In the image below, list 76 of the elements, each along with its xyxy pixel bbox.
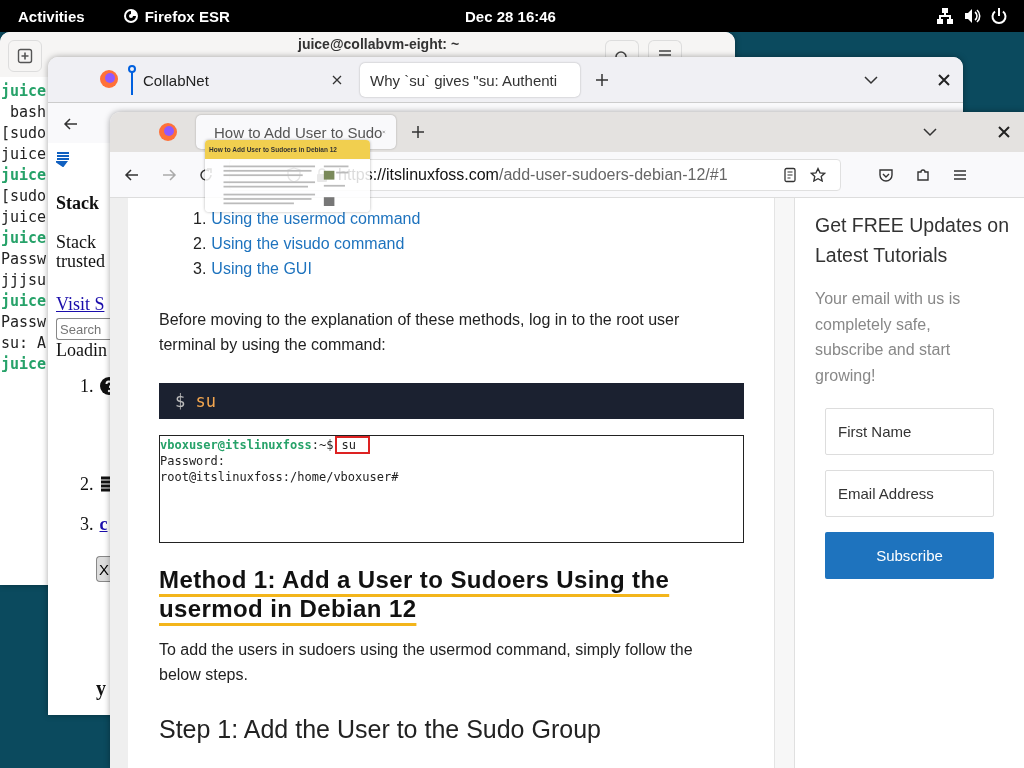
plus-icon bbox=[17, 48, 33, 64]
terminal-line: Passw bbox=[1, 249, 47, 270]
input-field[interactable]: First Name bbox=[825, 408, 994, 455]
page-text: y bbox=[96, 677, 106, 700]
visit-link[interactable]: Visit S bbox=[56, 294, 105, 314]
terminal-line: juice bbox=[1, 144, 47, 165]
terminal-line: Passw bbox=[1, 312, 47, 333]
browser-tab[interactable]: CollabNet bbox=[133, 63, 353, 97]
menu-button[interactable] bbox=[648, 40, 682, 57]
terminal-line: juice bbox=[1, 228, 47, 249]
close-icon[interactable] bbox=[996, 124, 1012, 140]
stack-icon bbox=[99, 475, 112, 493]
terminal-line: juice bbox=[1, 165, 47, 186]
loading-text: Loadin bbox=[56, 340, 107, 360]
back-icon[interactable] bbox=[63, 116, 79, 132]
star-icon[interactable] bbox=[810, 166, 826, 183]
code-block: $ su bbox=[159, 383, 744, 419]
back-icon[interactable] bbox=[124, 166, 140, 183]
input-field[interactable]: Email Address bbox=[825, 470, 994, 517]
terminal-line: bash bbox=[9, 102, 47, 123]
page-text: trusted bbox=[56, 252, 105, 271]
list-number: 2. bbox=[80, 474, 94, 494]
new-tab-button[interactable] bbox=[8, 40, 42, 72]
volume-icon[interactable] bbox=[963, 7, 981, 25]
puzzle-icon[interactable] bbox=[915, 166, 931, 183]
list-number: 1. bbox=[80, 376, 94, 396]
paragraph: Before moving to the explanation of these methods, log in to the root user terminal by using the command: bbox=[159, 310, 681, 355]
clock[interactable]: Dec 28 16:46 bbox=[465, 7, 556, 25]
power-icon[interactable] bbox=[990, 7, 1008, 25]
list-link[interactable]: c bbox=[99, 514, 108, 534]
terminal-line: juice bbox=[1, 81, 47, 102]
window-title: juice@collabvm-eight: ~ bbox=[298, 36, 460, 52]
app-name[interactable]: Firefox ESR bbox=[144, 7, 230, 25]
terminal-line: vboxuser@itslinuxfoss:~$ su bbox=[160, 437, 743, 453]
list-number: 3. bbox=[80, 514, 94, 534]
terminal-line: juice bbox=[1, 291, 47, 312]
terminal-line: root@itslinuxfoss:/home/vboxuser# bbox=[160, 469, 400, 485]
list-number: 3. bbox=[193, 259, 207, 279]
pocket-icon[interactable] bbox=[878, 166, 894, 183]
search-field[interactable]: Search bbox=[56, 318, 110, 340]
terminal-line: [sudo bbox=[1, 123, 47, 144]
new-tab-icon[interactable] bbox=[410, 124, 426, 140]
terminal-line: juice bbox=[1, 207, 47, 228]
network-icon[interactable] bbox=[936, 7, 954, 25]
terminal-line: su: A bbox=[1, 333, 47, 354]
step-heading: Step 1: Add the User to the Sudo Group bbox=[159, 715, 602, 744]
terminal-line: Password: bbox=[160, 453, 227, 469]
firefox-icon[interactable] bbox=[158, 122, 178, 142]
search-button[interactable] bbox=[605, 40, 639, 57]
paragraph: To add the users in sudoers using the usermod command, simply follow the below steps. bbox=[159, 640, 694, 685]
list-number: 2. bbox=[193, 234, 207, 254]
method-link[interactable]: Using the visudo command bbox=[211, 231, 405, 256]
activities-button[interactable]: Activities bbox=[18, 7, 85, 25]
close-icon[interactable] bbox=[936, 72, 952, 88]
new-tab-icon[interactable] bbox=[594, 72, 610, 88]
page-text: Stack bbox=[56, 233, 97, 252]
sidebar-title: Get FREE Updates on Latest Tutorials bbox=[815, 213, 1010, 268]
terminal-line: jjjsu bbox=[1, 270, 47, 291]
browser-tab[interactable]: Why `su` gives "su: Authenti bbox=[360, 63, 580, 97]
search-icon bbox=[614, 49, 630, 57]
menu-icon bbox=[657, 49, 673, 57]
drop-indicator-icon bbox=[128, 65, 136, 95]
reader-view-icon[interactable] bbox=[782, 166, 798, 183]
section-heading: Method 1: Add a User to Sudoers Using the usermod in Debian 12 bbox=[159, 565, 671, 623]
firefox-icon[interactable] bbox=[99, 69, 119, 89]
subscribe-button[interactable]: Subscribe bbox=[825, 532, 994, 579]
page-heading: Stack bbox=[56, 193, 99, 213]
terminal-line: juice bbox=[1, 354, 47, 375]
sidebar-text: Your email with us is completely safe, subscribe and start growing! bbox=[815, 289, 962, 386]
terminal-line: [sudo bbox=[1, 186, 47, 207]
app-icon bbox=[122, 8, 139, 24]
chat-icon bbox=[56, 151, 70, 167]
close-icon[interactable] bbox=[331, 74, 343, 86]
close-button[interactable]: X bbox=[96, 556, 110, 582]
list-number: 1. bbox=[193, 209, 207, 229]
method-link[interactable]: Using the GUI bbox=[211, 256, 312, 281]
